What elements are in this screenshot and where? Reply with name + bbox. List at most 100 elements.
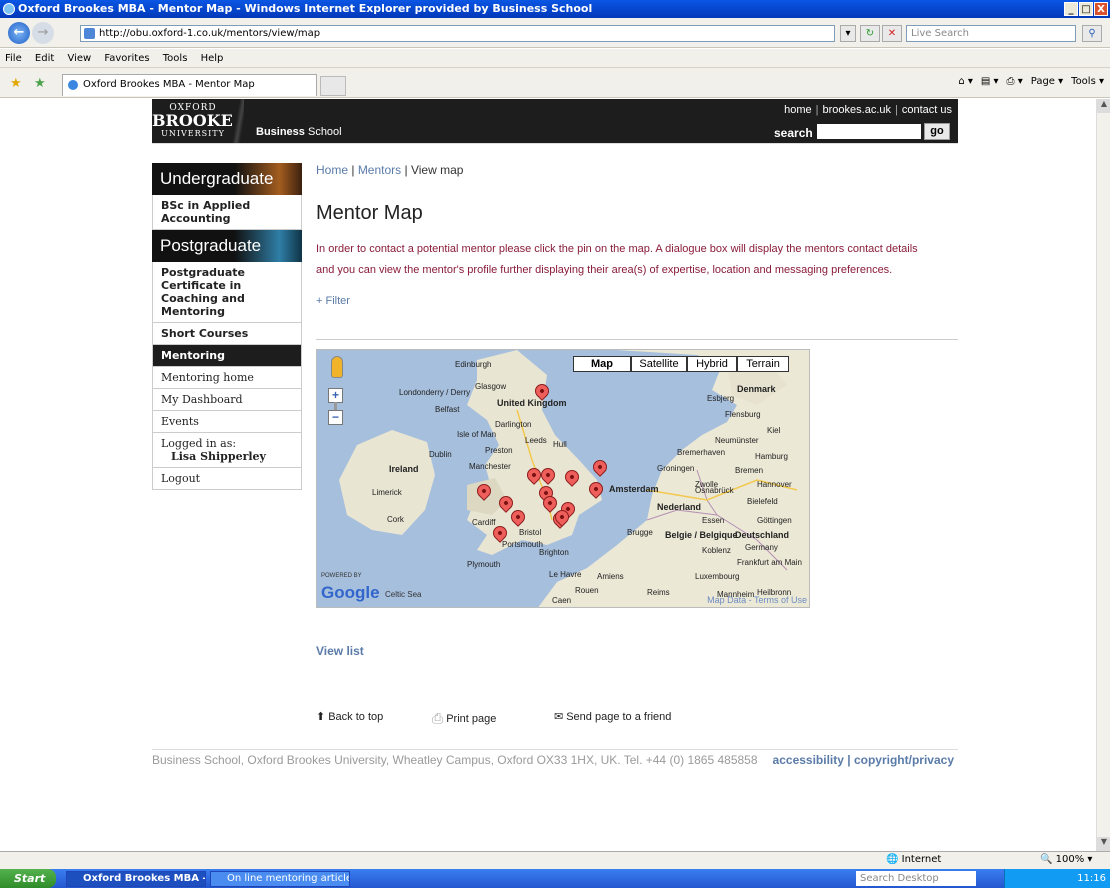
map-label: Limerick [372, 488, 402, 497]
close-button[interactable]: X [1094, 2, 1108, 16]
back-button[interactable]: ← [8, 22, 30, 44]
command-bar: ⌂ ▾ ▤ ▾ ⎙ ▾ Page ▾ Tools ▾ [958, 76, 1104, 87]
map-label: Hamburg [755, 452, 788, 461]
crumb-current: View map [410, 163, 464, 177]
sidebar-heading-postgraduate[interactable]: Postgraduate [152, 230, 302, 262]
map-label: Leeds [525, 436, 547, 445]
school-bold: Business [256, 126, 305, 138]
back-to-top-link[interactable]: ⬆ Back to top [316, 710, 383, 724]
new-tab-button[interactable] [320, 76, 346, 96]
map-data-link[interactable]: Map Data - Terms of Use [707, 595, 807, 605]
feeds-icon[interactable]: ▤ ▾ [981, 76, 999, 87]
link-contact[interactable]: contact us [902, 104, 952, 116]
start-button[interactable]: Start [0, 869, 56, 888]
envelope-icon: ✉ [554, 711, 564, 723]
copyright-link[interactable]: copyright/privacy [854, 753, 954, 767]
school-name: Business School [256, 126, 342, 138]
menu-tools[interactable]: Tools [163, 53, 188, 64]
menu-help[interactable]: Help [201, 53, 224, 64]
stop-icon[interactable]: ✕ [882, 25, 902, 42]
status-bar: 🌐 Internet 🔍 100% ▾ [0, 851, 1110, 869]
page-menu-label: Page [1030, 76, 1055, 87]
view-list-link[interactable]: View list [316, 644, 364, 658]
breadcrumb: Home | Mentors | View map [316, 163, 464, 177]
map-label: Manchester [469, 462, 511, 471]
zoom-level[interactable]: 🔍 100% ▾ [1040, 854, 1092, 865]
sidebar-item-dashboard[interactable]: My Dashboard [152, 389, 302, 411]
sidebar-item-short-courses[interactable]: Short Courses [152, 323, 302, 345]
sidebar-heading-undergraduate[interactable]: Undergraduate [152, 163, 302, 195]
menu-view[interactable]: View [67, 53, 91, 64]
address-url: http://obu.oxford-1.co.uk/mentors/view/m… [99, 28, 321, 39]
favorites-star-icon[interactable]: ★ [10, 76, 22, 91]
print-icon[interactable]: ⎙ ▾ [1007, 76, 1023, 87]
map-label: Ireland [389, 464, 419, 474]
link-home[interactable]: home [784, 104, 812, 116]
brookes-logo[interactable]: OXFORD BROOKES UNIVERSITY [152, 99, 244, 143]
minimize-button[interactable]: _ [1064, 2, 1078, 16]
intro-text: In order to contact a potential mentor p… [316, 243, 918, 276]
forward-button[interactable]: → [32, 22, 54, 44]
menu-file[interactable]: File [5, 53, 22, 64]
mentor-map[interactable]: Edinburgh Glasgow Londonderry / Derry Un… [316, 349, 810, 608]
desktop-search-input[interactable]: Search Desktop [856, 871, 976, 886]
map-label: Londonderry / Derry [399, 388, 471, 397]
sidebar-item-pgcert[interactable]: Postgraduate Certificate in Coaching and… [152, 262, 302, 323]
search-icon[interactable]: ⚲ [1082, 25, 1102, 42]
page-menu[interactable]: Page ▾ [1031, 76, 1063, 87]
menu-favorites[interactable]: Favorites [104, 53, 149, 64]
link-brookes[interactable]: brookes.ac.uk [823, 104, 891, 116]
google-wordmark: Google [321, 583, 380, 602]
footer-links: accessibility | copyright/privacy [772, 753, 954, 767]
menu-edit[interactable]: Edit [35, 53, 54, 64]
zone-label: Internet [901, 854, 942, 865]
vertical-scrollbar[interactable]: ▲ ▼ [1096, 99, 1110, 851]
accessibility-link[interactable]: accessibility [773, 753, 844, 767]
map-label: Belfast [435, 405, 460, 414]
scroll-up-icon[interactable]: ▲ [1097, 99, 1110, 113]
sidebar-item-bsc[interactable]: BSc in Applied Accounting [152, 195, 302, 230]
send-page-link[interactable]: ✉ Send page to a friend [554, 710, 671, 724]
zoom-out-button[interactable]: − [328, 410, 343, 425]
map-type-hybrid[interactable]: Hybrid [687, 356, 737, 372]
sidebar-item-mentoring[interactable]: Mentoring [152, 345, 302, 367]
zoom-in-button[interactable]: + [328, 388, 343, 403]
site-header: OXFORD BROOKES UNIVERSITY Business Schoo… [152, 99, 958, 143]
logged-in-user: Lisa Shipperley [171, 450, 266, 463]
go-button[interactable]: go [924, 123, 950, 140]
map-label: Amiens [597, 572, 624, 581]
scroll-down-icon[interactable]: ▼ [1097, 837, 1110, 851]
map-label: Bremen [735, 466, 764, 475]
address-dropdown-icon[interactable]: ▾ [840, 25, 856, 42]
taskbar-item-word[interactable]: On line mentoring article.... [210, 871, 350, 887]
window-title: Oxford Brookes MBA - Mentor Map - Window… [18, 2, 593, 15]
map-label: Preston [485, 446, 513, 455]
maximize-button[interactable]: □ [1079, 2, 1093, 16]
logout-link[interactable]: Logout [152, 468, 302, 490]
filter-toggle[interactable]: + Filter [316, 295, 958, 307]
tab-mentor-map[interactable]: Oxford Brookes MBA - Mentor Map [62, 74, 317, 96]
map-type-satellite[interactable]: Satellite [631, 356, 687, 372]
map-type-terrain[interactable]: Terrain [737, 356, 789, 372]
crumb-home[interactable]: Home [316, 163, 348, 177]
map-label: Isle of Man [457, 430, 497, 439]
map-label: Flensburg [725, 410, 761, 419]
tools-menu[interactable]: Tools ▾ [1071, 76, 1104, 87]
print-page-link[interactable]: ⎙ Print page [432, 710, 496, 727]
pin-dot [497, 530, 503, 536]
pin-dot [547, 500, 553, 506]
live-search-input[interactable]: Live Search [906, 25, 1076, 42]
tools-menu-label: Tools [1071, 76, 1096, 87]
taskbar-item-ie[interactable]: Oxford Brookes MBA -... [66, 871, 206, 887]
sidebar-item-mentoring-home[interactable]: Mentoring home [152, 367, 302, 389]
street-view-pegman-icon[interactable] [331, 356, 343, 378]
sidebar-item-events[interactable]: Events [152, 411, 302, 433]
home-icon[interactable]: ⌂ ▾ [958, 76, 973, 87]
google-logo: POWERED BY Google [321, 573, 380, 603]
address-field[interactable]: http://obu.oxford-1.co.uk/mentors/view/m… [80, 25, 835, 42]
add-favorites-icon[interactable]: ★ [34, 76, 46, 91]
site-search-input[interactable] [817, 124, 921, 139]
crumb-mentors[interactable]: Mentors [358, 163, 401, 177]
map-type-map[interactable]: Map [573, 356, 631, 372]
refresh-icon[interactable]: ↻ [860, 25, 880, 42]
